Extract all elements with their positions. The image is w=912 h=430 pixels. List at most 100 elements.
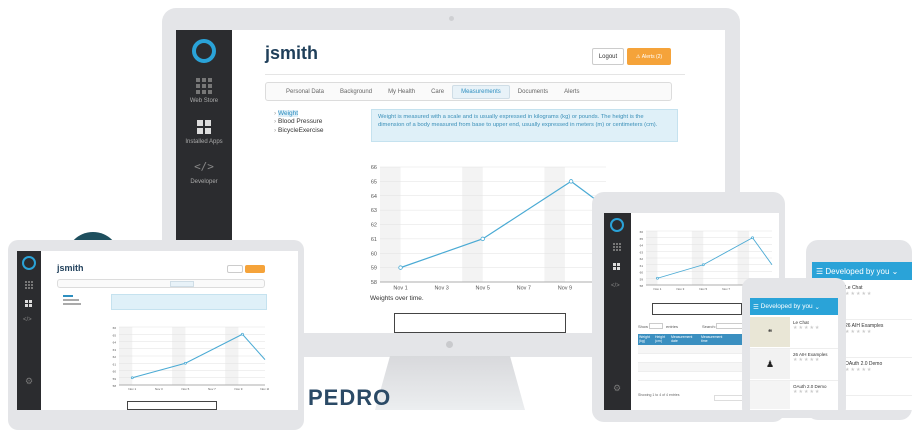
table-row — [638, 354, 748, 363]
x-tick-label: Nov 11 — [260, 387, 269, 391]
gear-icon[interactable]: ⚙ — [25, 376, 33, 387]
list-item-label: BicycleExercise — [277, 126, 324, 134]
sidebar-item-developer[interactable]: </> Developer — [176, 160, 232, 196]
grid-icon[interactable] — [613, 243, 621, 251]
laptop-sidebar: </> ⚙ — [17, 251, 41, 410]
data-point[interactable] — [183, 361, 187, 365]
x-tick-label: Nov 7 — [722, 287, 730, 291]
y-tick-label: 59 — [371, 266, 377, 272]
y-tick-label: 64 — [640, 244, 644, 248]
x-tick-label: Nov 7 — [208, 387, 216, 391]
y-tick-label: 59 — [113, 377, 117, 381]
y-tick-label: 66 — [371, 165, 377, 171]
table-row — [638, 345, 748, 354]
y-tick-label: 61 — [640, 264, 644, 268]
y-tick-label: 60 — [371, 251, 377, 257]
monitor-camera — [449, 16, 454, 21]
y-tick-label: 66 — [113, 326, 117, 330]
list-item[interactable]: › Blood Pressure — [274, 118, 324, 126]
y-tick-label: 58 — [113, 384, 117, 388]
data-point[interactable] — [241, 332, 244, 336]
measurement-list: › Weight › Blood Pressure › BicycleExerc… — [274, 110, 324, 135]
chevron-down-icon[interactable]: ⌄ — [813, 303, 819, 311]
data-point[interactable] — [398, 265, 403, 270]
monitor-stand-dot — [446, 341, 453, 348]
table-header-cell[interactable]: Measurement time — [700, 334, 730, 345]
tablet-sidebar: </> ⚙ — [604, 213, 631, 410]
menu-icon[interactable]: ☰ — [816, 267, 825, 276]
y-tick-label: 63 — [371, 208, 377, 214]
tab-my-health[interactable]: My Health — [380, 89, 423, 95]
app-logo-icon[interactable] — [192, 39, 216, 63]
header-divider — [265, 74, 685, 75]
data-point[interactable] — [130, 376, 134, 380]
code-icon[interactable]: </> — [23, 317, 32, 323]
tab-personal-data[interactable]: Personal Data — [278, 89, 332, 95]
chess-pawn-icon: ♟ — [765, 358, 775, 369]
tab-care[interactable]: Care — [423, 89, 452, 95]
tab-background[interactable]: Background — [332, 89, 380, 95]
entries-select[interactable] — [649, 323, 663, 329]
code-icon[interactable]: </> — [611, 283, 620, 289]
logout-button[interactable]: Logout — [592, 48, 624, 65]
list-item[interactable]: ♟ 26 AIH Examples ★★★★★ — [750, 349, 838, 381]
laptop-logout-button[interactable] — [227, 265, 243, 273]
apps-icon — [197, 120, 211, 134]
y-tick-label: 65 — [371, 179, 377, 185]
data-point[interactable] — [701, 263, 705, 267]
data-point[interactable] — [480, 236, 485, 242]
data-point[interactable] — [656, 276, 659, 280]
y-tick-label: 60 — [640, 271, 644, 275]
app-logo-icon[interactable] — [610, 218, 624, 232]
tab-measurements[interactable] — [170, 281, 194, 287]
table-header-cell[interactable]: Height (cm) — [654, 334, 670, 345]
grid-icon[interactable] — [25, 281, 33, 289]
alerts-button[interactable]: ⚠ Alerts (2) — [627, 48, 671, 65]
x-tick-label: Nov 7 — [517, 286, 531, 292]
chevron-down-icon[interactable]: ⌄ — [889, 267, 899, 276]
sidebar-item-web-store[interactable]: Web Store — [176, 78, 232, 114]
data-point[interactable] — [751, 236, 754, 240]
table-header-cell[interactable]: Measurement date — [670, 334, 700, 345]
y-tick-label: 61 — [371, 237, 377, 243]
app-thumbnail: ❝ — [750, 317, 790, 347]
x-tick-label: Nov 1 — [128, 387, 136, 391]
list-item[interactable]: › BicycleExercise — [274, 127, 324, 135]
tab-alerts[interactable]: Alerts — [556, 89, 587, 95]
laptop-weight-chart: 58 59 60 61 62 63 64 65 66 Nov 1 Nov 3 Nov 5 Nov 7 No… — [113, 326, 269, 391]
weight-chart: 58 59 60 61 62 63 64 65 66 Nov 1 Nov 3 Nov 5 Nov 7 No… — [371, 165, 606, 292]
page-title: jsmith — [265, 43, 319, 63]
app-thumbnail — [750, 381, 790, 409]
apps-icon[interactable] — [25, 300, 32, 307]
app-list: ❝ Le Chat ★★★★★ ♟ 26 AIH Examples ★★★★★ OA… — [750, 317, 838, 410]
y-tick-label: 58 — [640, 284, 644, 288]
y-tick-label: 58 — [371, 280, 377, 286]
sidebar-item-label: Installed Apps — [185, 139, 223, 145]
table-row — [638, 372, 748, 381]
list-item[interactable]: › Weight — [274, 110, 324, 118]
tab-documents[interactable]: Documents — [510, 89, 556, 95]
y-tick-label: 63 — [640, 250, 644, 254]
chat-bubble-icon: ❝ — [767, 327, 773, 337]
data-table: Weight (kg) Height (cm) Measurement date… — [638, 334, 748, 381]
app-logo-icon[interactable] — [22, 256, 36, 270]
list-item[interactable]: OAuth 2.0 Demo ★★★★★ — [750, 381, 838, 410]
data-point[interactable] — [568, 179, 574, 184]
rating-stars: ★★★★★ — [793, 389, 821, 395]
tab-bar: Personal Data Background My Health Care … — [265, 82, 672, 101]
tab-measurements[interactable]: Measurements — [452, 84, 510, 99]
list-item[interactable]: ❝ Le Chat ★★★★★ — [750, 317, 838, 349]
apps-icon[interactable] — [613, 263, 620, 270]
laptop-alerts-button[interactable] — [245, 265, 265, 273]
phone-small-screen: ☰ Developed by you ⌄ ❝ Le Chat ★★★★★ ♟ 26… — [750, 298, 838, 410]
y-tick-label: 63 — [113, 348, 117, 352]
table-header-cell[interactable]: Weight (kg) — [638, 334, 654, 345]
header-title[interactable]: Developed by you — [761, 303, 813, 310]
menu-icon[interactable]: ☰ — [753, 303, 761, 311]
x-tick-label: Nov 5 — [476, 286, 490, 292]
sidebar-item-installed-apps[interactable]: Installed Apps — [176, 120, 232, 156]
header-title[interactable]: Developed by you — [825, 267, 889, 276]
gear-icon[interactable]: ⚙ — [613, 383, 621, 394]
x-tick-label: Nov 1 — [393, 286, 407, 292]
y-tick-label: 64 — [113, 341, 117, 345]
